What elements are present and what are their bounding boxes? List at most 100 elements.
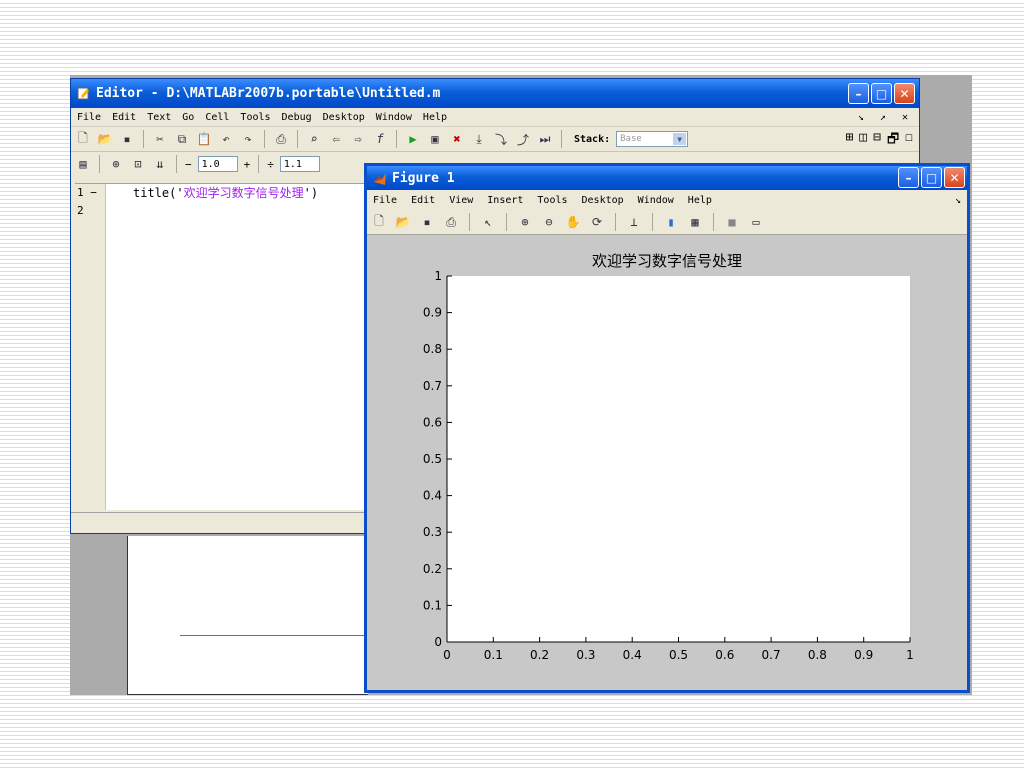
menu-cell[interactable]: Cell xyxy=(205,112,229,123)
toolbar-separator xyxy=(176,155,177,173)
menu-file[interactable]: File xyxy=(77,112,101,123)
divide-button[interactable]: ÷ xyxy=(267,158,274,171)
y-tick-label: 0.2 xyxy=(423,562,442,576)
line-number: 2 xyxy=(77,204,84,217)
menu-tools[interactable]: Tools xyxy=(240,112,270,123)
menu-help[interactable]: Help xyxy=(423,112,447,123)
axes-plot[interactable]: 0 0.1 0.2 0.3 0.4 0.5 0.6 0.7 0.8 0.9 1 0 0.1 0.2 0.3 0… xyxy=(367,166,967,690)
split-vertical-icon[interactable]: ◫ xyxy=(859,130,867,152)
continue-icon[interactable]: ⏭ xyxy=(537,131,553,147)
code-string: 欢迎学习数字信号处理 xyxy=(183,186,304,200)
toolbar-separator xyxy=(264,130,265,148)
x-tick-label: 0.3 xyxy=(576,648,595,662)
print-icon[interactable]: ⎙ xyxy=(273,131,289,147)
y-tick-label: 0.3 xyxy=(423,525,442,539)
layout-buttons: ⊞ ◫ ⊟ 🗗 ☐ xyxy=(845,130,913,152)
toolbar-separator xyxy=(561,130,562,148)
toolbar-separator xyxy=(143,130,144,148)
y-tick-label: 0.5 xyxy=(423,452,442,466)
x-tick-label: 0.4 xyxy=(623,648,642,662)
forward-arrow-icon[interactable]: ⇨ xyxy=(350,131,366,147)
menu-debug[interactable]: Debug xyxy=(282,112,312,123)
y-tick-label: 1 xyxy=(434,269,442,283)
maximize-button[interactable]: □ xyxy=(871,83,892,104)
x-tick-label: 0.2 xyxy=(530,648,549,662)
editor-titlebar[interactable]: Editor - D:\MATLABr2007b.portable\Untitl… xyxy=(71,79,919,108)
x-tick-label: 0.6 xyxy=(715,648,734,662)
close-button[interactable]: ✕ xyxy=(894,83,915,104)
minimize-button[interactable]: – xyxy=(848,83,869,104)
y-tick-label: 0 xyxy=(434,635,442,649)
editor-app-icon xyxy=(77,87,90,100)
x-tick-label: 0.8 xyxy=(808,648,827,662)
single-view-icon[interactable]: ☐ xyxy=(905,130,913,152)
float-icon[interactable]: 🗗 xyxy=(887,130,899,152)
toolbar-separator xyxy=(258,155,260,173)
code-text: title(' xyxy=(133,186,184,200)
dock-controls[interactable]: ↘ ↗ ✕ xyxy=(858,112,913,123)
step-out-icon[interactable]: ⤴ xyxy=(515,131,531,147)
x-tick-label: 0 xyxy=(443,648,451,662)
redo-icon[interactable]: ↷ xyxy=(240,131,256,147)
dropdown-arrow-icon[interactable]: ▼ xyxy=(673,133,687,145)
insert-cell-icon[interactable]: ⊕ xyxy=(108,156,124,172)
y-tick-label: 0.6 xyxy=(423,415,442,429)
y-tick-label: 0.9 xyxy=(423,306,442,320)
document-page xyxy=(127,536,368,695)
y-tick-label: 0.4 xyxy=(423,489,442,503)
figure-window: Figure 1 – □ ✕ File Edit View Insert Too… xyxy=(364,163,970,693)
red-guide-line xyxy=(180,635,366,636)
editor-menubar: File Edit Text Go Cell Tools Debug Deskt… xyxy=(71,108,919,127)
breakpoint-icon[interactable]: ▣ xyxy=(427,131,443,147)
stack-label: Stack: xyxy=(574,133,611,145)
save-icon[interactable]: ▪ xyxy=(119,131,135,147)
step-in-icon[interactable]: ⤵ xyxy=(493,131,509,147)
y-tick-label: 0.8 xyxy=(423,342,442,356)
x-tick-label: 0.9 xyxy=(854,648,873,662)
decrement-button[interactable]: − xyxy=(185,158,192,171)
line-number: 1 − xyxy=(77,186,97,199)
toolbar-separator xyxy=(297,130,298,148)
cut-icon[interactable]: ✂ xyxy=(152,131,168,147)
editor-toolbar: 🗋 📂 ▪ ✂ ⧉ 📋 ↶ ↷ ⎙ ⌕ ⇦ ⇨ f ▶ ▣ ✖ ⤓ ⤵ ⤴ ⏭ … xyxy=(71,127,919,152)
increment-button[interactable]: + xyxy=(244,158,251,171)
step-icon[interactable]: ⤓ xyxy=(471,131,487,147)
y-tick-label: 0.1 xyxy=(423,598,442,612)
x-tick-label: 0.1 xyxy=(484,648,503,662)
line-number-gutter: 1 − 2 xyxy=(75,184,106,510)
back-arrow-icon[interactable]: ⇦ xyxy=(328,131,344,147)
menu-desktop[interactable]: Desktop xyxy=(323,112,365,123)
x-tick-label: 0.5 xyxy=(669,648,688,662)
copy-icon[interactable]: ⧉ xyxy=(174,131,190,147)
function-icon[interactable]: f xyxy=(372,131,388,147)
open-folder-icon[interactable]: 📂 xyxy=(97,131,113,147)
y-tick-label: 0.7 xyxy=(423,379,442,393)
code-line[interactable]: title('欢迎学习数字信号处理') xyxy=(133,184,318,202)
cell-mode-icon[interactable]: ▤ xyxy=(75,156,91,172)
code-text: ') xyxy=(303,186,319,200)
run-icon[interactable]: ▶ xyxy=(405,131,421,147)
stack-value: Base xyxy=(620,134,642,144)
undo-icon[interactable]: ↶ xyxy=(218,131,234,147)
new-file-icon[interactable]: 🗋 xyxy=(75,131,91,147)
find-binoculars-icon[interactable]: ⌕ xyxy=(306,131,322,147)
axes-background xyxy=(447,276,910,642)
split-horizontal-icon[interactable]: ⊟ xyxy=(873,130,881,152)
menu-window[interactable]: Window xyxy=(376,112,412,123)
toolbar-separator xyxy=(396,130,397,148)
cell-value-input-1[interactable]: 1.0 xyxy=(197,156,238,172)
menu-edit[interactable]: Edit xyxy=(112,112,136,123)
menu-text[interactable]: Text xyxy=(147,112,171,123)
x-tick-label: 0.7 xyxy=(762,648,781,662)
cell-value-input-2[interactable]: 1.1 xyxy=(279,156,320,172)
menu-go[interactable]: Go xyxy=(182,112,194,123)
clear-breakpoint-icon[interactable]: ✖ xyxy=(449,131,465,147)
eval-advance-icon[interactable]: ⇊ xyxy=(152,156,168,172)
eval-cell-icon[interactable]: ⊡ xyxy=(130,156,146,172)
stack-dropdown[interactable]: Base ▼ xyxy=(616,131,689,147)
code-editor-area[interactable]: 1 − 2 title('欢迎学习数字信号处理') xyxy=(75,183,365,510)
x-tick-label: 1 xyxy=(906,648,914,662)
editor-title: Editor - D:\MATLABr2007b.portable\Untitl… xyxy=(96,86,441,101)
paste-icon[interactable]: 📋 xyxy=(196,131,212,147)
tile-grid-icon[interactable]: ⊞ xyxy=(845,130,853,152)
